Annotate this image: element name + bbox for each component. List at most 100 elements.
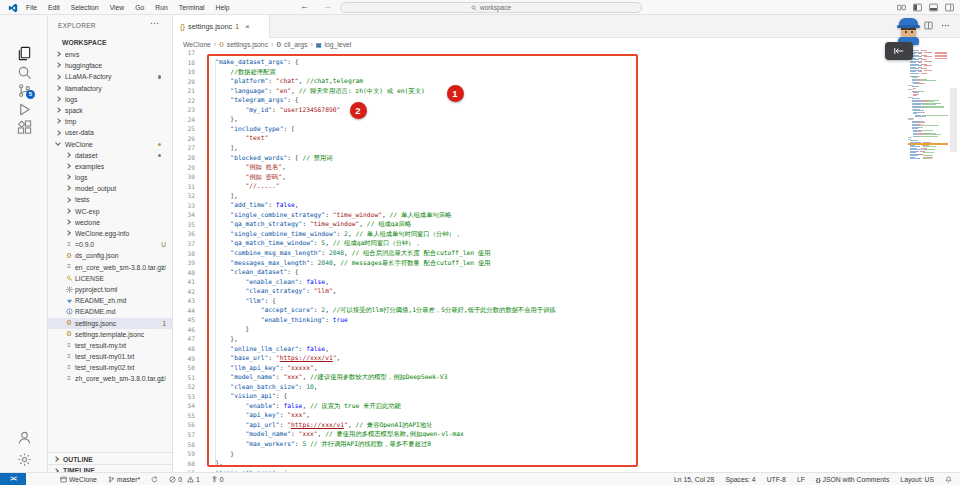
status-right-1[interactable]: Spaces: 4 [725, 476, 755, 483]
toggle-panel-icon[interactable] [929, 3, 938, 12]
search-sidebar-icon[interactable] [17, 65, 32, 80]
status-right-0[interactable]: Ln 15, Col 28 [674, 476, 714, 483]
tree-item-examples[interactable]: examples [48, 161, 172, 172]
tree-item-test_result-my02.txt[interactable]: ≡test_result-my02.txt [48, 362, 172, 373]
breadcrumb-item-WeClone[interactable]: WeClone [183, 41, 211, 48]
tree-item-label: README.md [75, 308, 115, 315]
line-number: 40 [173, 269, 195, 276]
more-actions-icon[interactable] [941, 21, 950, 30]
line-number: 33 [173, 202, 195, 209]
tab-close-icon[interactable]: × [245, 22, 250, 31]
breadcrumb-item-cli_args[interactable]: cli_args [284, 41, 307, 48]
scrollbar[interactable] [950, 88, 957, 152]
nav-forward-icon[interactable]: → [323, 1, 332, 11]
menu-selection[interactable]: Selection [71, 4, 99, 11]
overlay-back-button[interactable] [885, 42, 913, 60]
annotation-circle-1: 1 [447, 85, 464, 102]
breadcrumb-icon: ▤ [316, 41, 322, 48]
menu-edit[interactable]: Edit [48, 4, 60, 11]
tree-item-LICENSE[interactable]: LICENSE [48, 273, 172, 284]
tree-item-README_zh.md[interactable]: README_zh.md [48, 295, 172, 306]
tree-item-tests[interactable]: tests [48, 194, 172, 205]
tree-item-settings.template.jsonc[interactable]: {}settings.template.jsonc [48, 329, 172, 340]
status-branch[interactable]: master* [108, 476, 140, 483]
toggle-secondary-sidebar-icon[interactable] [945, 3, 954, 12]
tree-item-WeClone[interactable]: WeClone [48, 139, 172, 150]
bell-icon[interactable] [945, 476, 952, 483]
tree-item-model_output[interactable]: model_output [48, 183, 172, 194]
scm-badge: 5 [26, 90, 35, 99]
tree-item-zh_core_web_sm-3.8.0.tar.gz[interactable]: ≡zh_core_web_sm-3.8.0.tar.gzU [48, 373, 172, 384]
line-number: 54 [173, 402, 195, 409]
extensions-icon[interactable] [17, 120, 32, 135]
tree-item-llamafactory[interactable]: llamafactory [48, 83, 172, 94]
remote-indicator[interactable]: >< [0, 473, 26, 485]
status-right-4[interactable]: {}JSON with Comments [816, 476, 890, 483]
tree-item-spack[interactable]: spack [48, 105, 172, 116]
tree-item-tmp[interactable]: tmp [48, 116, 172, 127]
workspace-section-header[interactable]: WORKSPACE [48, 36, 172, 49]
toggle-sidebar-icon[interactable] [913, 3, 922, 12]
git-untracked-badge: U [161, 375, 166, 382]
breadcrumb-item-settings.jsonc[interactable]: settings.jsonc [227, 41, 268, 48]
toml-gear-icon [65, 286, 73, 294]
status-right-2[interactable]: UTF-8 [767, 476, 786, 483]
menu-help[interactable]: Help [215, 4, 229, 11]
tree-item-user-data[interactable]: user-data [48, 127, 172, 138]
tree-item-label: settings.jsonc [75, 320, 116, 327]
menu-file[interactable]: File [26, 4, 37, 11]
tree-item-label: ds_config.json [75, 252, 118, 259]
split-editor-icon[interactable] [924, 21, 933, 30]
tree-item-label: =0.9.0 [75, 241, 94, 248]
minimap[interactable] [908, 50, 948, 472]
outline-section[interactable]: OUTLINE [48, 452, 172, 464]
tree-item-logs[interactable]: logs [48, 94, 172, 105]
explorer-icon[interactable] [17, 46, 32, 61]
status-ports[interactable]: 0 [211, 476, 224, 483]
timeline-section[interactable]: TIMELINE [48, 464, 172, 473]
tree-item-LLaMA-Factory[interactable]: LLaMA-Factory [48, 71, 172, 82]
vscode-window: File Edit Selection View Go Run Terminal Help ←… [0, 0, 960, 485]
menu-terminal[interactable]: Terminal [179, 4, 205, 11]
tree-item-WC-exp[interactable]: WC-exp [48, 206, 172, 217]
menu-go[interactable]: Go [135, 4, 144, 11]
text-file-icon: ≡ [65, 342, 73, 350]
status-project[interactable]: WeClone [60, 476, 97, 483]
tab-settings-jsonc[interactable]: {} settings.jsonc 1 × [173, 15, 270, 38]
tree-item-label: test_result-my02.txt [75, 364, 134, 371]
tree-item-0.9.0[interactable]: ≡=0.9.0U [48, 239, 172, 250]
code-editor[interactable]: 1718 "make_dataset_args": {19 //数据处理配置20… [173, 50, 960, 472]
json-file-icon: {} [65, 252, 73, 260]
tree-item-dataset[interactable]: dataset [48, 150, 172, 161]
tree-item-test_result-my01.txt[interactable]: ≡test_result-my01.txt [48, 351, 172, 362]
nav-back-icon[interactable]: ← [300, 1, 309, 11]
tree-item-weclone[interactable]: weclone [48, 217, 172, 228]
tree-item-huggingface[interactable]: huggingface [48, 60, 172, 71]
line-number: 28 [173, 154, 195, 161]
tree-item-pyproject.toml[interactable]: pyproject.toml [48, 284, 172, 295]
status-problems[interactable]: 0 1 [169, 476, 200, 483]
explorer-more-icon[interactable]: ⋯ [150, 18, 160, 28]
status-right-3[interactable]: LF [797, 476, 805, 483]
command-center-search[interactable]: workspace [340, 2, 642, 13]
tree-item-logs[interactable]: logs [48, 172, 172, 183]
status-sync[interactable] [151, 476, 158, 483]
account-icon[interactable] [17, 430, 32, 445]
breadcrumb-item-log_level[interactable]: log_level [325, 41, 352, 48]
menu-run[interactable]: Run [155, 4, 167, 11]
run-debug-icon[interactable] [17, 102, 32, 117]
menu-view[interactable]: View [110, 4, 125, 11]
status-right-5[interactable]: Layout: US [900, 476, 934, 483]
line-number: 60 [173, 460, 195, 467]
tree-item-envs[interactable]: envs [48, 49, 172, 60]
tree-item-test_result-my.txt[interactable]: ≡test_result-my.txt [48, 340, 172, 351]
tree-item-label: envs [65, 51, 79, 58]
settings-gear-icon[interactable] [17, 452, 32, 467]
tree-item-ds_config.json[interactable]: {}ds_config.json [48, 250, 172, 261]
tree-item-WeClone.egg-info[interactable]: WeClone.egg-info [48, 228, 172, 239]
tree-item-settings.jsonc[interactable]: {}settings.jsonc1 [48, 318, 172, 329]
tree-item-label: WC-exp [75, 208, 100, 215]
profile-icon[interactable] [897, 3, 906, 12]
tree-item-en_core_web_sm-3.8.0.tar.gz[interactable]: ≡en_core_web_sm-3.8.0.tar.gzU [48, 262, 172, 273]
tree-item-README.md[interactable]: README.md [48, 306, 172, 317]
